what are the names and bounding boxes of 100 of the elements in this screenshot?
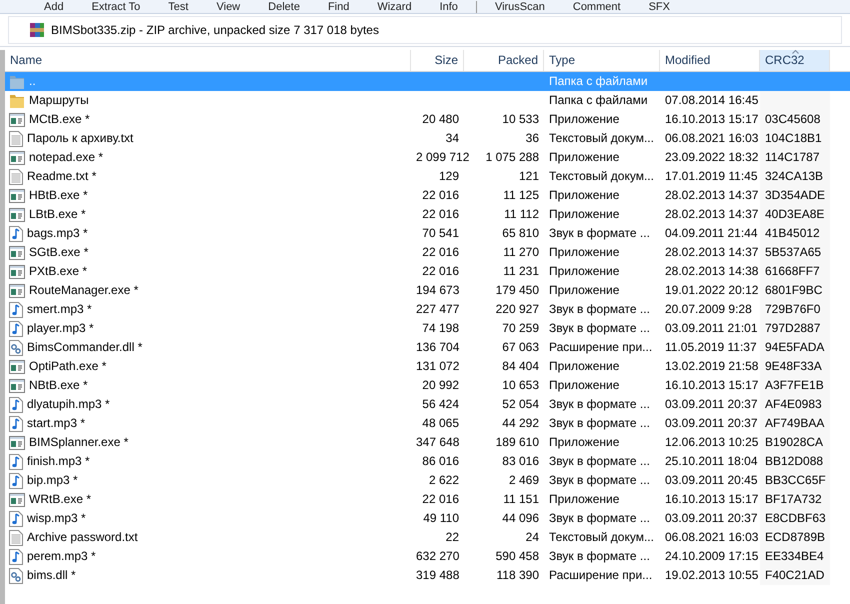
size-cell: 20 480	[422, 112, 459, 126]
file-row[interactable]: bip.mp3 * 2 622 2 469 Звук в формате ... 03.09.2011 20:45 BB3CC65F	[5, 471, 850, 490]
address-bar[interactable]: BIMSbot335.zip - ZIP archive, unpacked size 7 317 018 bytes	[8, 16, 842, 44]
type-cell: Приложение	[549, 378, 620, 392]
date-cell: 16.10.2013 15:17	[665, 378, 758, 392]
file-row[interactable]: dlyatupih.mp3 * 56 424 52 054 Звук в формате ... 03.09.2011 20:37 AF4E0983	[5, 395, 850, 414]
type-cell: Папка с файлами	[549, 74, 648, 88]
toolbar-button[interactable]: Test	[154, 1, 202, 13]
file-row[interactable]: perem.mp3 * 632 270 590 458 Звук в формате ... 24.10.2009 17:15 EE334BE4	[5, 547, 850, 566]
file-row[interactable]: SGtB.exe * 22 016 11 270 Приложение 28.02.2013 14:37 5B537A65	[5, 243, 850, 262]
toolbar-button[interactable]: Wizard	[363, 1, 426, 13]
crc-cell: 324CA13B	[765, 169, 824, 183]
file-name: ..	[29, 73, 36, 90]
type-cell: Приложение	[549, 207, 620, 221]
toolbar-button[interactable]: Delete	[254, 1, 314, 13]
packed-cell: 11 270	[503, 245, 539, 259]
column-header[interactable]: Type	[544, 50, 660, 71]
file-row[interactable]: Пароль к архиву.txt 34 36 Текстовый докум... 06.08.2021 16:03 104C18B1	[5, 129, 850, 148]
file-row[interactable]: NBtB.exe * 20 992 10 653 Приложение 16.10.2013 15:17 A3F7FE1B	[5, 376, 850, 395]
packed-cell: 65 810	[502, 226, 539, 240]
folder-icon	[9, 74, 25, 90]
audio-file-icon	[9, 396, 23, 412]
file-row[interactable]: Archive password.txt 22 24 Текстовый докум... 06.08.2021 16:03 ECD8789B	[5, 528, 850, 547]
file-row[interactable]: RouteManager.exe * 194 673 179 450 Приложение 19.01.2022 20:12 6801F9BC	[5, 281, 850, 300]
file-row[interactable]: LBtB.exe * 22 016 11 112 Приложение 28.02.2013 14:37 40D3EA8E	[5, 205, 850, 224]
toolbar-button[interactable]: Add	[30, 1, 78, 13]
text-document-icon	[9, 130, 23, 146]
toolbar-button[interactable]: Info	[426, 1, 472, 13]
file-name: player.mp3 *	[27, 320, 94, 337]
date-cell: 03.09.2011 20:37	[665, 397, 758, 411]
application-icon	[9, 492, 25, 506]
crc-cell: AF4E0983	[765, 397, 822, 411]
packed-cell: 10 533	[502, 112, 539, 126]
file-row[interactable]: bags.mp3 * 70 541 65 810 Звук в формате ... 04.09.2011 21:44 41B45012	[5, 224, 850, 243]
size-cell: 22 016	[422, 492, 459, 506]
file-row[interactable]: WRtB.exe * 22 016 11 151 Приложение 16.10.2013 15:17 BF17A732	[5, 490, 850, 509]
type-cell: Звук в формате ...	[549, 416, 650, 430]
toolbar-button[interactable]: SFX	[634, 1, 684, 13]
toolbar-button[interactable]: View	[202, 1, 254, 13]
file-name: perem.mp3 *	[27, 548, 96, 565]
crc-cell: F40C21AD	[765, 568, 824, 582]
file-row[interactable]: MCtB.exe * 20 480 10 533 Приложение 16.10.2013 15:17 03C45608	[5, 110, 850, 129]
size-cell: 22	[446, 530, 459, 544]
file-row[interactable]: HBtB.exe * 22 016 11 125 Приложение 28.02.2013 14:37 3D354ADE	[5, 186, 850, 205]
date-cell: 07.08.2014 16:45	[665, 93, 758, 107]
toolbar-button[interactable]: Extract To	[78, 1, 154, 13]
crc-cell: 114C1787	[765, 150, 820, 164]
crc-cell: 104C18B1	[765, 131, 822, 145]
file-row[interactable]: PXtB.exe * 22 016 11 231 Приложение 28.02.2013 14:38 61668FF7	[5, 262, 850, 281]
file-row[interactable]: player.mp3 * 74 198 70 259 Звук в формате ... 03.09.2011 21:01 797D2887	[5, 319, 850, 338]
application-icon	[9, 360, 25, 374]
file-row[interactable]: Readme.txt * 129 121 Текстовый докум... 17.01.2019 11:45 324CA13B	[5, 167, 850, 186]
file-row[interactable]: wisp.mp3 * 49 110 44 096 Звук в формате ... 03.09.2011 20:37 E8CDBF63	[5, 509, 850, 528]
file-name: BIMSplanner.exe *	[29, 434, 128, 451]
toolbar-button[interactable]: VirusScan	[480, 1, 559, 13]
size-cell: 34	[446, 131, 459, 145]
file-row[interactable]: finish.mp3 * 86 016 83 016 Звук в формате ... 25.10.2011 18:04 BB12D088	[5, 452, 850, 471]
audio-file-icon	[9, 226, 23, 242]
column-header[interactable]: Packed	[464, 50, 544, 71]
size-cell: 347 648	[416, 435, 460, 449]
packed-cell: 11 125	[503, 188, 539, 202]
column-header[interactable]: Name	[5, 50, 411, 71]
packed-cell: 1 075 288	[486, 150, 539, 164]
file-row[interactable]: start.mp3 * 48 065 44 292 Звук в формате ... 03.09.2011 20:37 AF749BAA	[5, 414, 850, 433]
file-name: smert.mp3 *	[27, 301, 92, 318]
crc-cell: 3D354ADE	[765, 188, 826, 202]
type-cell: Звук в формате ...	[549, 473, 650, 487]
file-name: Пароль к архиву.txt	[27, 130, 134, 147]
crc-cell: E8CDBF63	[765, 511, 826, 525]
file-row[interactable]: smert.mp3 * 227 477 220 927 Звук в формате ... 20.07.2009 9:28 729B76F0	[5, 300, 850, 319]
packed-cell: 70 259	[502, 321, 539, 335]
date-cell: 20.07.2009 9:28	[665, 302, 752, 316]
type-cell: Звук в формате ...	[549, 302, 650, 316]
size-cell: 56 424	[422, 397, 459, 411]
size-cell: 74 198	[422, 321, 459, 335]
toolbar-button[interactable]: Find	[314, 1, 364, 13]
gear-document-icon	[9, 568, 23, 584]
file-row[interactable]: BIMSplanner.exe * 347 648 189 610 Приложение 12.06.2013 10:25 B19028CA	[5, 433, 850, 452]
file-row[interactable]: bims.dll * 319 488 118 390 Расширение при... 19.02.2013 10:55 F40C21AD	[5, 566, 850, 585]
column-header[interactable]: CRC32	[760, 50, 830, 71]
file-row[interactable]: BimsCommander.dll * 136 704 67 063 Расширение при... 11.05.2019 11:37 94E5FADA	[5, 338, 850, 357]
file-name: BimsCommander.dll *	[27, 339, 142, 356]
archive-info: BIMSbot335.zip - ZIP archive, unpacked size 7 317 018 bytes	[51, 23, 379, 37]
toolbar-button[interactable]: Comment	[558, 1, 635, 13]
crc-cell: 5B537A65	[765, 245, 822, 259]
file-row[interactable]: Маршруты Папка с файлами 07.08.2014 16:45	[5, 91, 850, 110]
packed-cell: 2 469	[508, 473, 539, 487]
audio-file-icon	[9, 416, 23, 432]
size-cell: 227 477	[416, 302, 460, 316]
crc-cell: 797D2887	[765, 321, 820, 335]
application-icon	[9, 264, 25, 278]
file-name: start.mp3 *	[27, 415, 86, 432]
file-row[interactable]: OptiPath.exe * 131 072 84 404 Приложение 13.02.2019 21:58 9E48F33A	[5, 357, 850, 376]
file-row[interactable]: notepad.exe * 2 099 712 1 075 288 Приложение 23.09.2022 18:32 114C1787	[5, 148, 850, 167]
type-cell: Расширение при...	[549, 340, 652, 354]
size-cell: 22 016	[422, 188, 459, 202]
column-header[interactable]: Size	[411, 50, 464, 71]
type-cell: Звук в формате ...	[549, 321, 650, 335]
crc-cell: 03C45608	[765, 112, 820, 126]
size-cell: 48 065	[422, 416, 459, 430]
